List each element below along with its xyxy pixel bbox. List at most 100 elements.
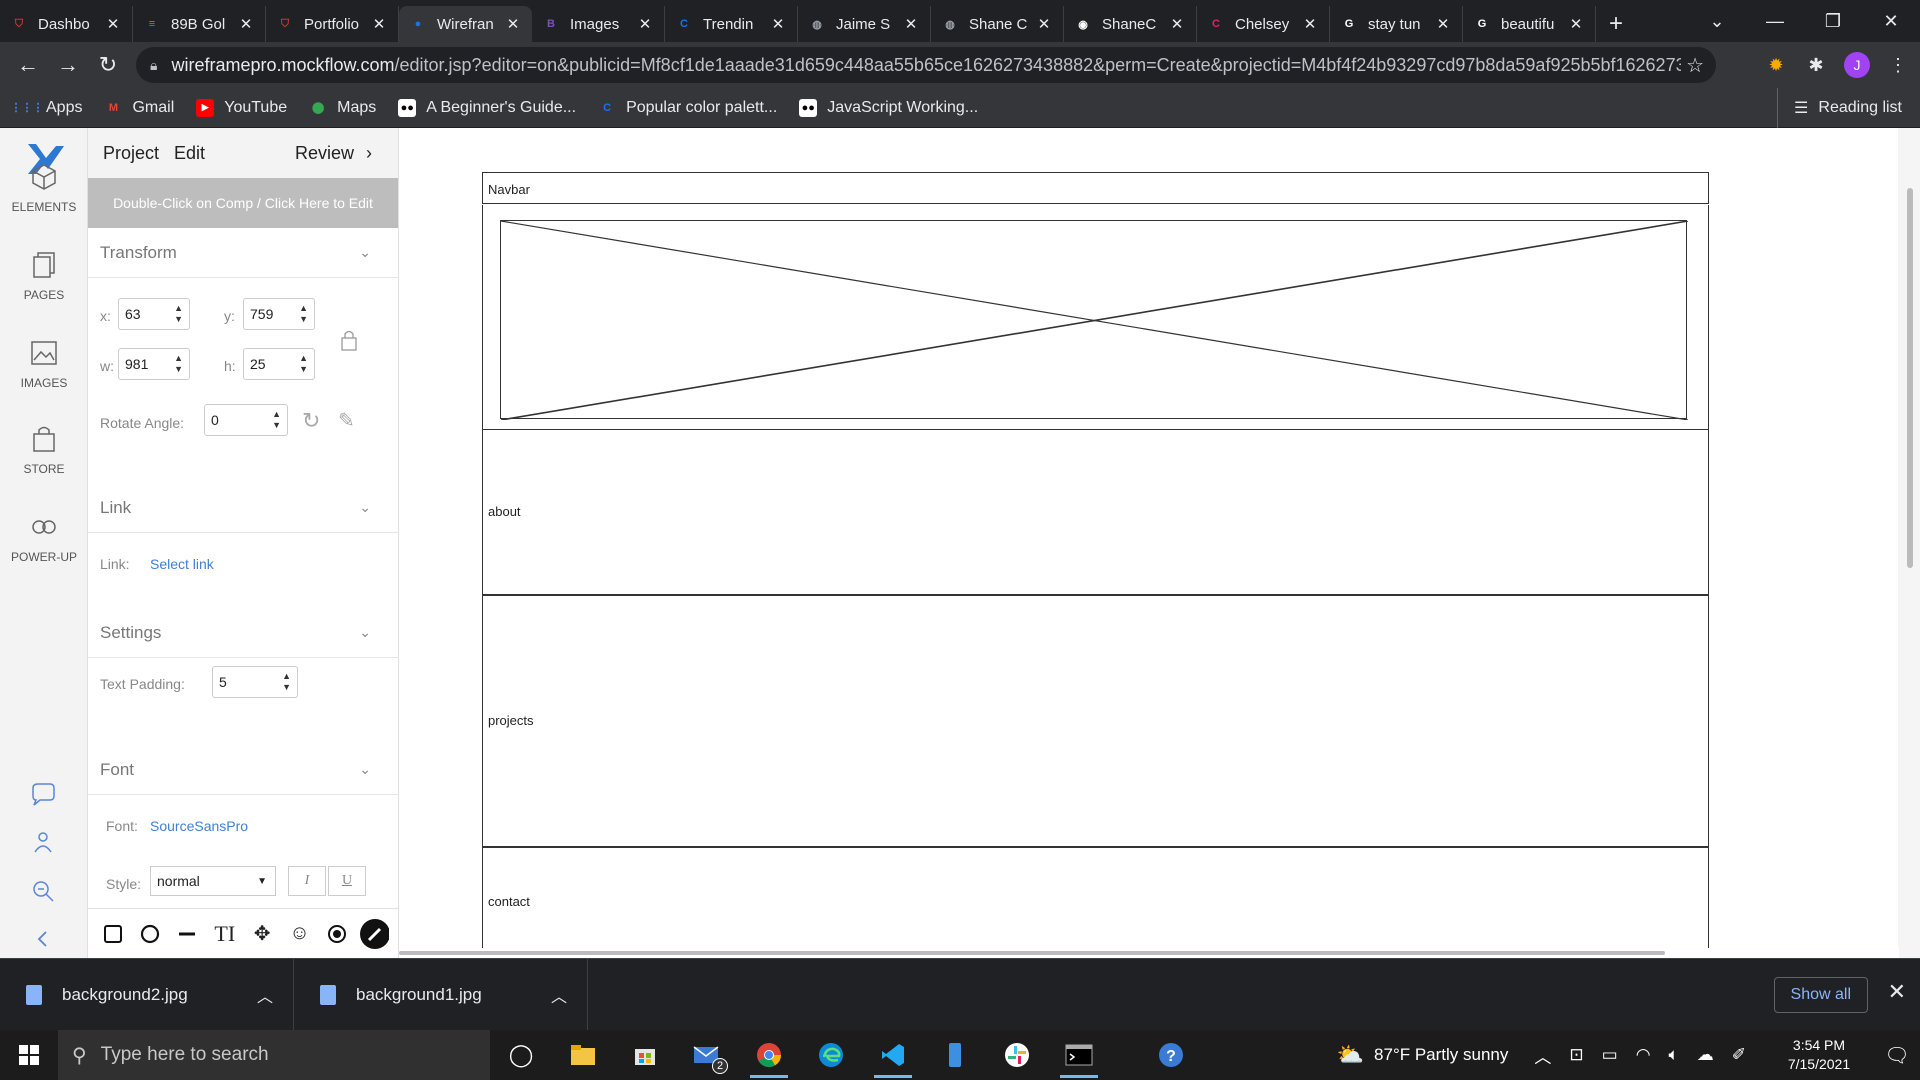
pen-tool-icon[interactable] [359,918,390,949]
help-icon[interactable]: ? [1140,1030,1202,1080]
spinner-arrows-icon[interactable]: ▲ ▼ [174,353,183,375]
slack-icon[interactable] [986,1030,1048,1080]
reading-list-button[interactable]: ☰ Reading list [1777,88,1902,128]
settings-section-header[interactable]: Settings ⌄ [88,608,399,658]
forward-button[interactable]: → [48,52,88,78]
menu-review[interactable]: Review › [295,143,372,164]
chrome-menu-icon[interactable]: ⋮ [1886,53,1910,77]
spinner-arrows-icon[interactable]: ▲ ▼ [272,409,281,431]
windows-start-icon[interactable] [0,1030,58,1080]
bookmark-item[interactable]: C Popular color palett... [598,99,777,117]
spinner-arrows-icon[interactable]: ▲ ▼ [299,303,308,325]
spinner-arrows-icon[interactable]: ▲ ▼ [174,303,183,325]
w-input[interactable]: 981 ▲ ▼ [118,348,190,380]
vscode-icon[interactable] [862,1030,924,1080]
extension-icon[interactable]: ✹ [1764,53,1788,77]
font-section-header[interactable]: Font ⌄ [88,745,399,795]
emoji-tool-icon[interactable]: ☺ [285,919,315,949]
chevron-up-icon[interactable]: ︿ [551,983,567,1007]
horizontal-scroll-thumb[interactable] [399,951,1665,955]
wireframe-canvas[interactable]: Navbar about projects contact [399,128,1920,958]
weather-icon[interactable]: ⛅ [1337,1042,1364,1068]
menu-edit[interactable]: Edit [174,143,205,164]
close-tab-icon[interactable]: ✕ [1301,15,1319,33]
close-tab-icon[interactable]: ✕ [237,15,255,33]
bookmark-item[interactable]: ▶ YouTube [196,98,287,117]
bookmark-star-icon[interactable]: ☆ [1686,53,1704,78]
image-placeholder[interactable] [500,220,1688,420]
download-item[interactable]: background1.jpg ︿ [294,958,588,1031]
weather-text[interactable]: 87°F Partly sunny [1374,1045,1508,1065]
y-input[interactable]: 759 ▲ ▼ [243,298,315,330]
browser-tab[interactable]: Gstay tun ✕ [1330,6,1463,42]
bookmark-item[interactable]: M Gmail [104,99,174,117]
close-window-button[interactable]: ✕ [1862,11,1920,32]
chrome-taskbar-icon[interactable] [738,1030,800,1080]
profile-avatar[interactable]: J [1844,52,1870,78]
browser-tab[interactable]: ◉ ShaneC ✕ [1064,6,1197,42]
transform-section-header[interactable]: Transform ⌄ [88,228,399,278]
style-select[interactable]: normal ▼ [150,866,276,896]
x-input[interactable]: 63 ▲ ▼ [118,298,190,330]
close-tab-icon[interactable]: ✕ [1434,15,1452,33]
back-button[interactable]: ← [8,52,48,78]
onedrive-icon[interactable]: ☁ [1697,1045,1714,1065]
menu-project[interactable]: Project [103,143,159,164]
canvas-horizontal-scrollbar[interactable] [399,948,1899,958]
browser-tab[interactable]: ≡ 89B Gol ✕ [133,6,266,42]
file-explorer-icon[interactable] [552,1030,614,1080]
radio-tool-icon[interactable] [322,919,352,949]
rail-images[interactable]: IMAGES [0,338,88,390]
underline-button[interactable]: U [328,866,366,896]
cortana-icon[interactable]: ◯ [490,1030,552,1080]
comment-icon[interactable] [28,780,58,810]
browser-tab[interactable]: B Images ✕ [532,6,665,42]
microsoft-store-icon[interactable] [614,1030,676,1080]
rail-elements[interactable]: ELEMENTS [0,162,88,214]
rotate-angle-input[interactable]: 0 ▲ ▼ [204,404,288,436]
text-padding-input[interactable]: 5 ▲ ▼ [212,666,298,698]
address-bar[interactable]: 🔒︎ wireframepro.mockflow.com/editor.jsp?… [136,47,1716,83]
line-tool-icon[interactable] [172,919,202,949]
rotate-reset-icon[interactable]: ↻ [302,408,320,434]
circle-tool-icon[interactable] [135,919,165,949]
spinner-arrows-icon[interactable]: ▲ ▼ [282,671,291,693]
close-tab-icon[interactable]: ✕ [769,15,787,33]
bookmark-item[interactable]: ⋮⋮⋮ Apps [11,99,83,117]
minimize-button[interactable]: — [1746,11,1804,32]
wifi-icon[interactable]: ◠ [1636,1045,1651,1065]
browser-tab[interactable]: ● Wirefran ✕ [399,6,532,42]
restore-button[interactable]: ❐ [1804,11,1862,32]
close-tab-icon[interactable]: ✕ [104,15,122,33]
edit-hint-bar[interactable]: Double-Click on Comp / Click Here to Edi… [88,178,398,228]
browser-tab[interactable]: ◍ Jaime S ✕ [798,6,931,42]
close-tab-icon[interactable]: ✕ [504,15,522,33]
close-tab-icon[interactable]: ✕ [902,15,920,33]
browser-tab[interactable]: ◍ Shane C ✕ [931,6,1064,42]
meet-now-icon[interactable]: ⊡ [1569,1045,1583,1065]
tab-search-icon[interactable]: ⌄ [1688,11,1746,32]
taskbar-search-box[interactable]: ⚲ Type here to search [58,1030,490,1080]
link-section-header[interactable]: Link ⌄ [88,483,399,533]
pen-workspace-icon[interactable]: ✐ [1732,1045,1746,1065]
close-tab-icon[interactable]: ✕ [1035,15,1053,33]
clock[interactable]: 3:54 PM 7/15/2021 [1764,1036,1874,1074]
canvas-vertical-scrollbar[interactable] [1898,128,1920,958]
bookmark-item[interactable]: ●● A Beginner's Guide... [398,98,576,117]
battery-icon[interactable]: ▭ [1602,1045,1618,1065]
spinner-arrows-icon[interactable]: ▲ ▼ [299,353,308,375]
phone-app-icon[interactable] [924,1030,986,1080]
extensions-puzzle-icon[interactable]: ✱ [1804,53,1828,77]
browser-tab[interactable]: Gbeautifu ✕ [1463,6,1596,42]
new-tab-button[interactable]: + [1596,6,1636,42]
select-link[interactable]: Select link [150,556,214,572]
contact-block[interactable]: contact [482,847,1709,951]
close-tab-icon[interactable]: ✕ [370,15,388,33]
close-downloads-icon[interactable]: ✕ [1888,979,1906,1005]
vertical-scroll-thumb[interactable] [1907,188,1913,568]
move-tool-icon[interactable]: ✥ [247,919,277,949]
browser-tab[interactable]: ⛉ Portfolio ✕ [266,6,399,42]
chevron-up-tray-icon[interactable]: ︿ [1534,1043,1551,1068]
text-tool-icon[interactable]: TI [210,919,240,949]
zoom-icon[interactable] [28,876,58,906]
